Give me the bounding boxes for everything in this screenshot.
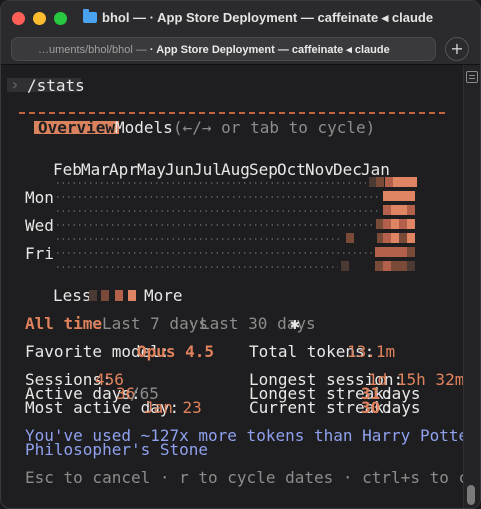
heatmap-cell: [346, 233, 354, 243]
day-label-fri: Fri: [25, 244, 54, 263]
legend-swatch: [115, 290, 123, 301]
heatmap-cell: [399, 219, 407, 229]
heatmap-row: [55, 205, 425, 215]
footer-hint: Esc to cancel · r to cycle dates · ctrl+…: [25, 468, 481, 487]
heatmap-cell: [383, 233, 391, 243]
day-label-mon: Mon: [25, 188, 54, 207]
heatmap-row: [55, 177, 425, 187]
empty-days: [55, 238, 343, 240]
month-label: Nov: [305, 160, 334, 179]
range-separator: ·: [187, 314, 197, 333]
empty-days: [55, 252, 373, 254]
favorite-model-value: Opus 4.5: [137, 342, 215, 361]
heatmap-row: [55, 247, 425, 257]
day-label-wed: Wed: [25, 216, 54, 235]
legend-swatch: [89, 290, 97, 301]
range-separator: ·: [89, 314, 99, 333]
heatmap-row: [55, 219, 425, 229]
month-label: Apr: [109, 160, 138, 179]
heatmap-row: [55, 233, 425, 243]
scrollbar[interactable]: [463, 65, 480, 508]
heatmap-cell: [401, 177, 409, 187]
month-label: Jul: [193, 160, 222, 179]
terminal-tab[interactable]: ✕ …uments/bhol/bhol — · App Store Deploy…: [11, 37, 436, 61]
tab-bar: ✕ …uments/bhol/bhol — · App Store Deploy…: [1, 35, 480, 65]
total-tokens-value: 13.1m: [347, 342, 396, 361]
tab-hint: (←/→ or tab to cycle): [173, 118, 376, 137]
folder-icon: [83, 9, 97, 23]
tab-title: …uments/bhol/bhol — · App Store Deployme…: [38, 44, 390, 56]
heatmap-cell: [383, 247, 391, 257]
heatmap-cell: [407, 247, 415, 257]
prompt-marker: ›: [10, 75, 20, 94]
legend-more: More: [144, 286, 183, 305]
heatmap-cell: [383, 219, 391, 229]
new-tab-button[interactable]: +: [445, 37, 469, 61]
heatmap-cell: [385, 177, 393, 187]
month-label: Oct: [277, 160, 306, 179]
heatmap-cell: [391, 233, 399, 243]
heatmap-cell: [375, 261, 383, 271]
heatmap-cell: [393, 177, 401, 187]
tab-overview[interactable]: Overview: [34, 120, 120, 136]
heatmap-cell: [399, 233, 407, 243]
zoom-window-button[interactable]: [54, 12, 67, 25]
menu-icon[interactable]: [466, 71, 478, 83]
heatmap-cell: [407, 219, 415, 229]
month-label: Mar: [81, 160, 110, 179]
heatmap-cell: [376, 177, 384, 187]
month-label: Dec: [333, 160, 362, 179]
minimize-window-button[interactable]: [33, 12, 46, 25]
legend-swatch: [101, 290, 109, 301]
heatmap-cell: [407, 261, 415, 271]
legend-swatch: [128, 290, 136, 301]
heatmap-cell: [409, 177, 417, 187]
heatmap-cell: [391, 219, 399, 229]
heatmap-cell: [383, 261, 391, 271]
separator: [19, 112, 445, 114]
month-label: Jun: [165, 160, 194, 179]
heatmap-cell: [407, 233, 415, 243]
close-window-button[interactable]: [12, 12, 25, 25]
legend-less: Less: [53, 286, 92, 305]
empty-days: [55, 196, 379, 198]
heatmap-row: [55, 191, 425, 201]
asterisk-icon: ✱: [290, 314, 300, 333]
month-label: Aug: [221, 160, 250, 179]
heatmap-cell: [407, 191, 415, 201]
empty-days: [55, 182, 366, 184]
empty-days: [55, 266, 338, 268]
terminal-window: bhol — · App Store Deployment — caffeina…: [0, 0, 481, 509]
heatmap-cell: [399, 247, 407, 257]
heatmap-cell: [391, 205, 399, 215]
heatmap-cell: [383, 191, 391, 201]
heatmap-cell: [399, 261, 407, 271]
heatmap-cell: [407, 205, 415, 215]
command-text: /stats: [27, 76, 85, 95]
window-title: bhol — · App Store Deployment — caffeina…: [102, 10, 434, 25]
heatmap-cell: [375, 247, 383, 257]
most-active-day-value: Jan 23: [144, 398, 202, 417]
current-streak-unit: days: [382, 398, 421, 417]
current-streak-value: 30: [361, 398, 381, 417]
heatmap-cell: [399, 191, 407, 201]
heatmap-cell: [383, 205, 391, 215]
month-label: May: [137, 160, 166, 179]
month-label: Feb: [53, 160, 82, 179]
heatmap-cell: [341, 261, 349, 271]
scrollbar-thumb[interactable]: [467, 485, 475, 505]
heatmap-cell: [391, 261, 399, 271]
heatmap-cell: [391, 247, 399, 257]
heatmap-cell: [399, 205, 407, 215]
fun-fact-line-2: Philosopher's Stone: [25, 440, 209, 459]
month-label: Sep: [249, 160, 278, 179]
heatmap-cell: [391, 191, 399, 201]
month-label: Jan: [361, 160, 390, 179]
tab-models[interactable]: Models: [115, 120, 173, 136]
title-bar: bhol — · App Store Deployment — caffeina…: [1, 1, 480, 35]
empty-days: [55, 224, 379, 226]
empty-days: [55, 210, 379, 212]
heatmap-row: [55, 261, 425, 271]
